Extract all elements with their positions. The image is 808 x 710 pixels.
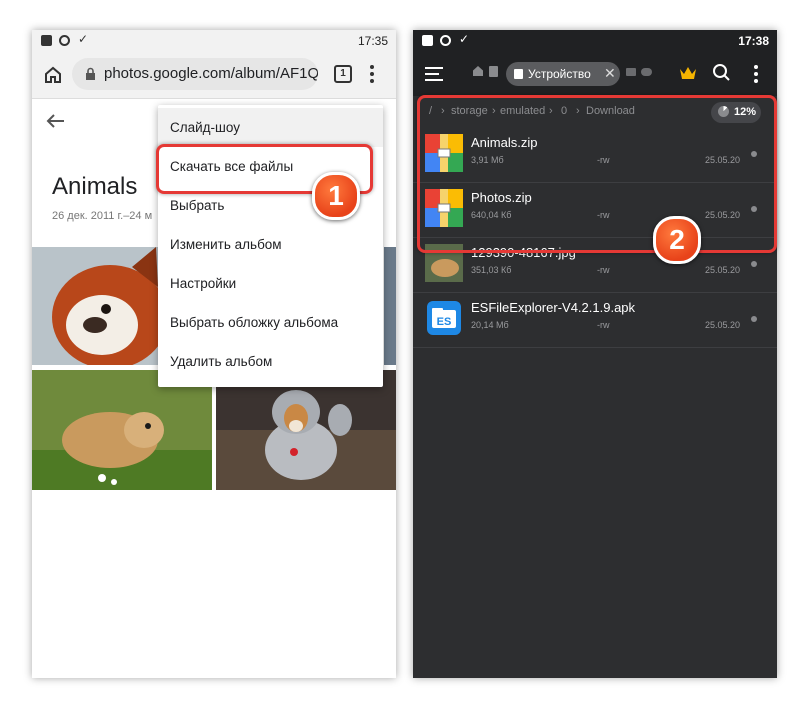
status-time: 17:35 [357, 34, 388, 48]
file-name: ESFileExplorer-V4.2.1.9.apk [471, 300, 636, 315]
menu-item-edit-album[interactable]: Изменить альбом [158, 225, 383, 264]
photo-guinea-pig[interactable] [32, 370, 212, 490]
status-bar: ✓ 17:35 [32, 30, 396, 52]
menu-item-settings[interactable]: Настройки [158, 264, 383, 303]
status-bar: ✓ 17:38 [413, 30, 777, 52]
chat-icon[interactable] [626, 68, 636, 76]
photo-red-panda[interactable] [32, 247, 158, 365]
tab-device[interactable]: Устройство ✕ [506, 62, 620, 86]
browser-toolbar: photos.google.com/album/AF1QipN 1 [32, 52, 396, 99]
menu-icon[interactable] [425, 66, 443, 82]
more-options-icon[interactable] [370, 65, 374, 86]
more-options-icon[interactable] [754, 65, 758, 86]
svg-text:ES: ES [437, 316, 452, 328]
download-done-icon: ✓ [459, 32, 470, 46]
file-date: 25.05.20 [705, 265, 741, 275]
address-bar[interactable]: photos.google.com/album/AF1QipN [72, 58, 318, 90]
chrome-icon [440, 35, 451, 46]
home-icon[interactable] [473, 66, 483, 76]
step-badge-2: 2 [653, 216, 701, 264]
close-tab-icon[interactable]: ✕ [604, 65, 616, 82]
cloud-icon[interactable] [641, 68, 652, 76]
menu-item-slideshow[interactable]: Слайд-шоу [158, 108, 383, 147]
select-indicator[interactable] [751, 316, 757, 322]
facebook-icon [41, 35, 52, 46]
file-size: 351,03 Кб [471, 265, 512, 275]
chrome-icon [59, 35, 70, 46]
crown-icon[interactable] [679, 65, 697, 81]
album-title: Animals [52, 173, 138, 200]
highlight-frame-files [417, 95, 777, 253]
left-phone-screen: ✓ 17:35 photos.google.com/album/AF1QipN … [32, 30, 396, 678]
file-size: 20,14 Мб [471, 320, 509, 330]
album-date: 26 дек. 2011 г.–24 м [52, 210, 153, 222]
file-row[interactable]: ES ESFileExplorer-V4.2.1.9.apk 20,14 Мб … [413, 292, 777, 347]
status-time: 17:38 [738, 34, 769, 48]
tab-device-label: Устройство [528, 67, 591, 81]
file-permissions: -rw [597, 320, 610, 330]
back-arrow-icon[interactable] [46, 113, 66, 129]
phone-icon [514, 69, 523, 79]
url-text: photos.google.com/album/AF1QipN [104, 65, 318, 82]
facebook-icon [422, 35, 433, 46]
photo-dog-costume[interactable] [216, 370, 396, 490]
search-icon[interactable] [712, 63, 731, 82]
explorer-toolbar: Устройство ✕ [413, 52, 777, 96]
file-permissions: -rw [597, 265, 610, 275]
sd-card-icon[interactable] [489, 66, 498, 77]
select-indicator[interactable] [751, 261, 757, 267]
photo-edge[interactable] [384, 247, 396, 365]
download-done-icon: ✓ [78, 32, 89, 46]
divider [413, 347, 777, 348]
step-badge-1: 1 [312, 172, 360, 220]
tab-switcher-button[interactable]: 1 [334, 65, 352, 83]
home-icon[interactable] [43, 65, 63, 85]
menu-item-delete-album[interactable]: Удалить альбом [158, 342, 383, 381]
menu-item-set-cover[interactable]: Выбрать обложку альбома [158, 303, 383, 342]
lock-icon [86, 67, 95, 80]
file-date: 25.05.20 [705, 320, 741, 330]
es-app-icon: ES [427, 301, 461, 335]
